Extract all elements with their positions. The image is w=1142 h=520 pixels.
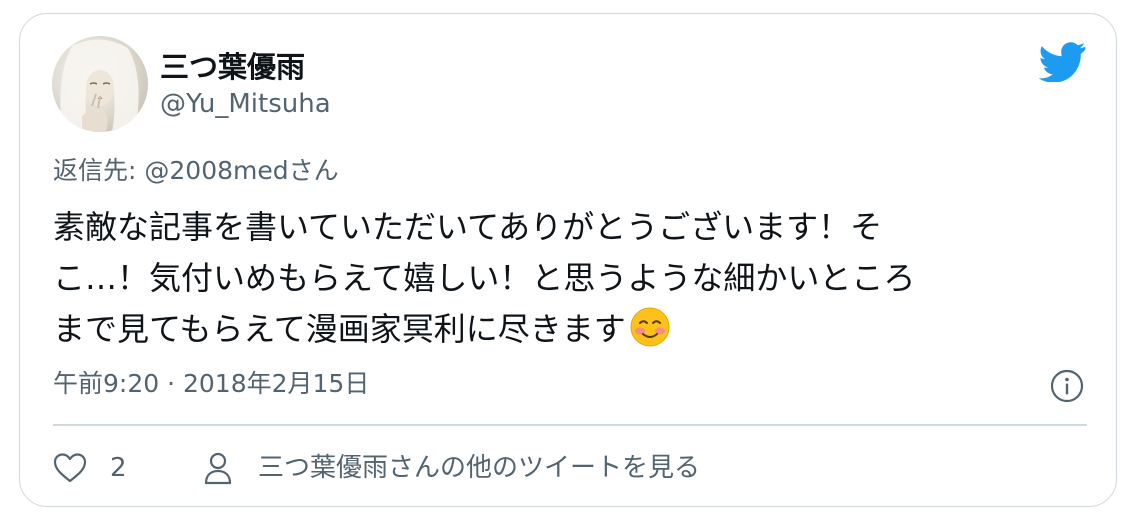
tweet-card[interactable]: 三つ葉優雨 @Yu_Mitsuha 返信先: @2008medさん 素敵な記事を… (19, 13, 1117, 507)
twitter-bird-icon[interactable] (1038, 42, 1086, 82)
user-handle[interactable]: @Yu_Mitsuha (160, 88, 331, 120)
smiling-face-with-blush-icon (630, 307, 670, 347)
tweet-text-line: 素敵な記事を書いていただいてありがとうございます！そ (53, 208, 883, 246)
avatar[interactable] (52, 36, 148, 132)
timestamp[interactable]: 午前9:20 · 2018年2月15日 (53, 368, 369, 400)
heart-icon[interactable] (53, 452, 87, 484)
divider (53, 424, 1087, 426)
reply-to-handle[interactable]: @2008medさん (144, 156, 338, 185)
info-icon[interactable] (1050, 369, 1084, 403)
reply-context: 返信先: @2008medさん (53, 155, 339, 187)
tweet-text-line-last: まで見てもらえて漫画家冥利に尽きます (53, 304, 1093, 355)
reply-label: 返信先: (53, 156, 137, 185)
action-bar: 2 三つ葉優雨さんの他のツイートを見る (53, 448, 1087, 488)
tweet-text-line: こ…！気付いめもらえて嬉しい！と思うような細かいところ (53, 259, 916, 297)
person-icon[interactable] (203, 451, 233, 485)
tweet-text: 素敵な記事を書いていただいてありがとうございます！そ こ…！気付いめもらえて嬉し… (53, 202, 1093, 355)
avatar-illustration (60, 39, 139, 132)
tweet-text-line: まで見てもらえて漫画家冥利に尽きます (53, 310, 626, 348)
display-name[interactable]: 三つ葉優雨 (160, 50, 305, 84)
more-tweets-link[interactable]: 三つ葉優雨さんの他のツイートを見る (258, 452, 700, 484)
like-count: 2 (110, 453, 127, 483)
